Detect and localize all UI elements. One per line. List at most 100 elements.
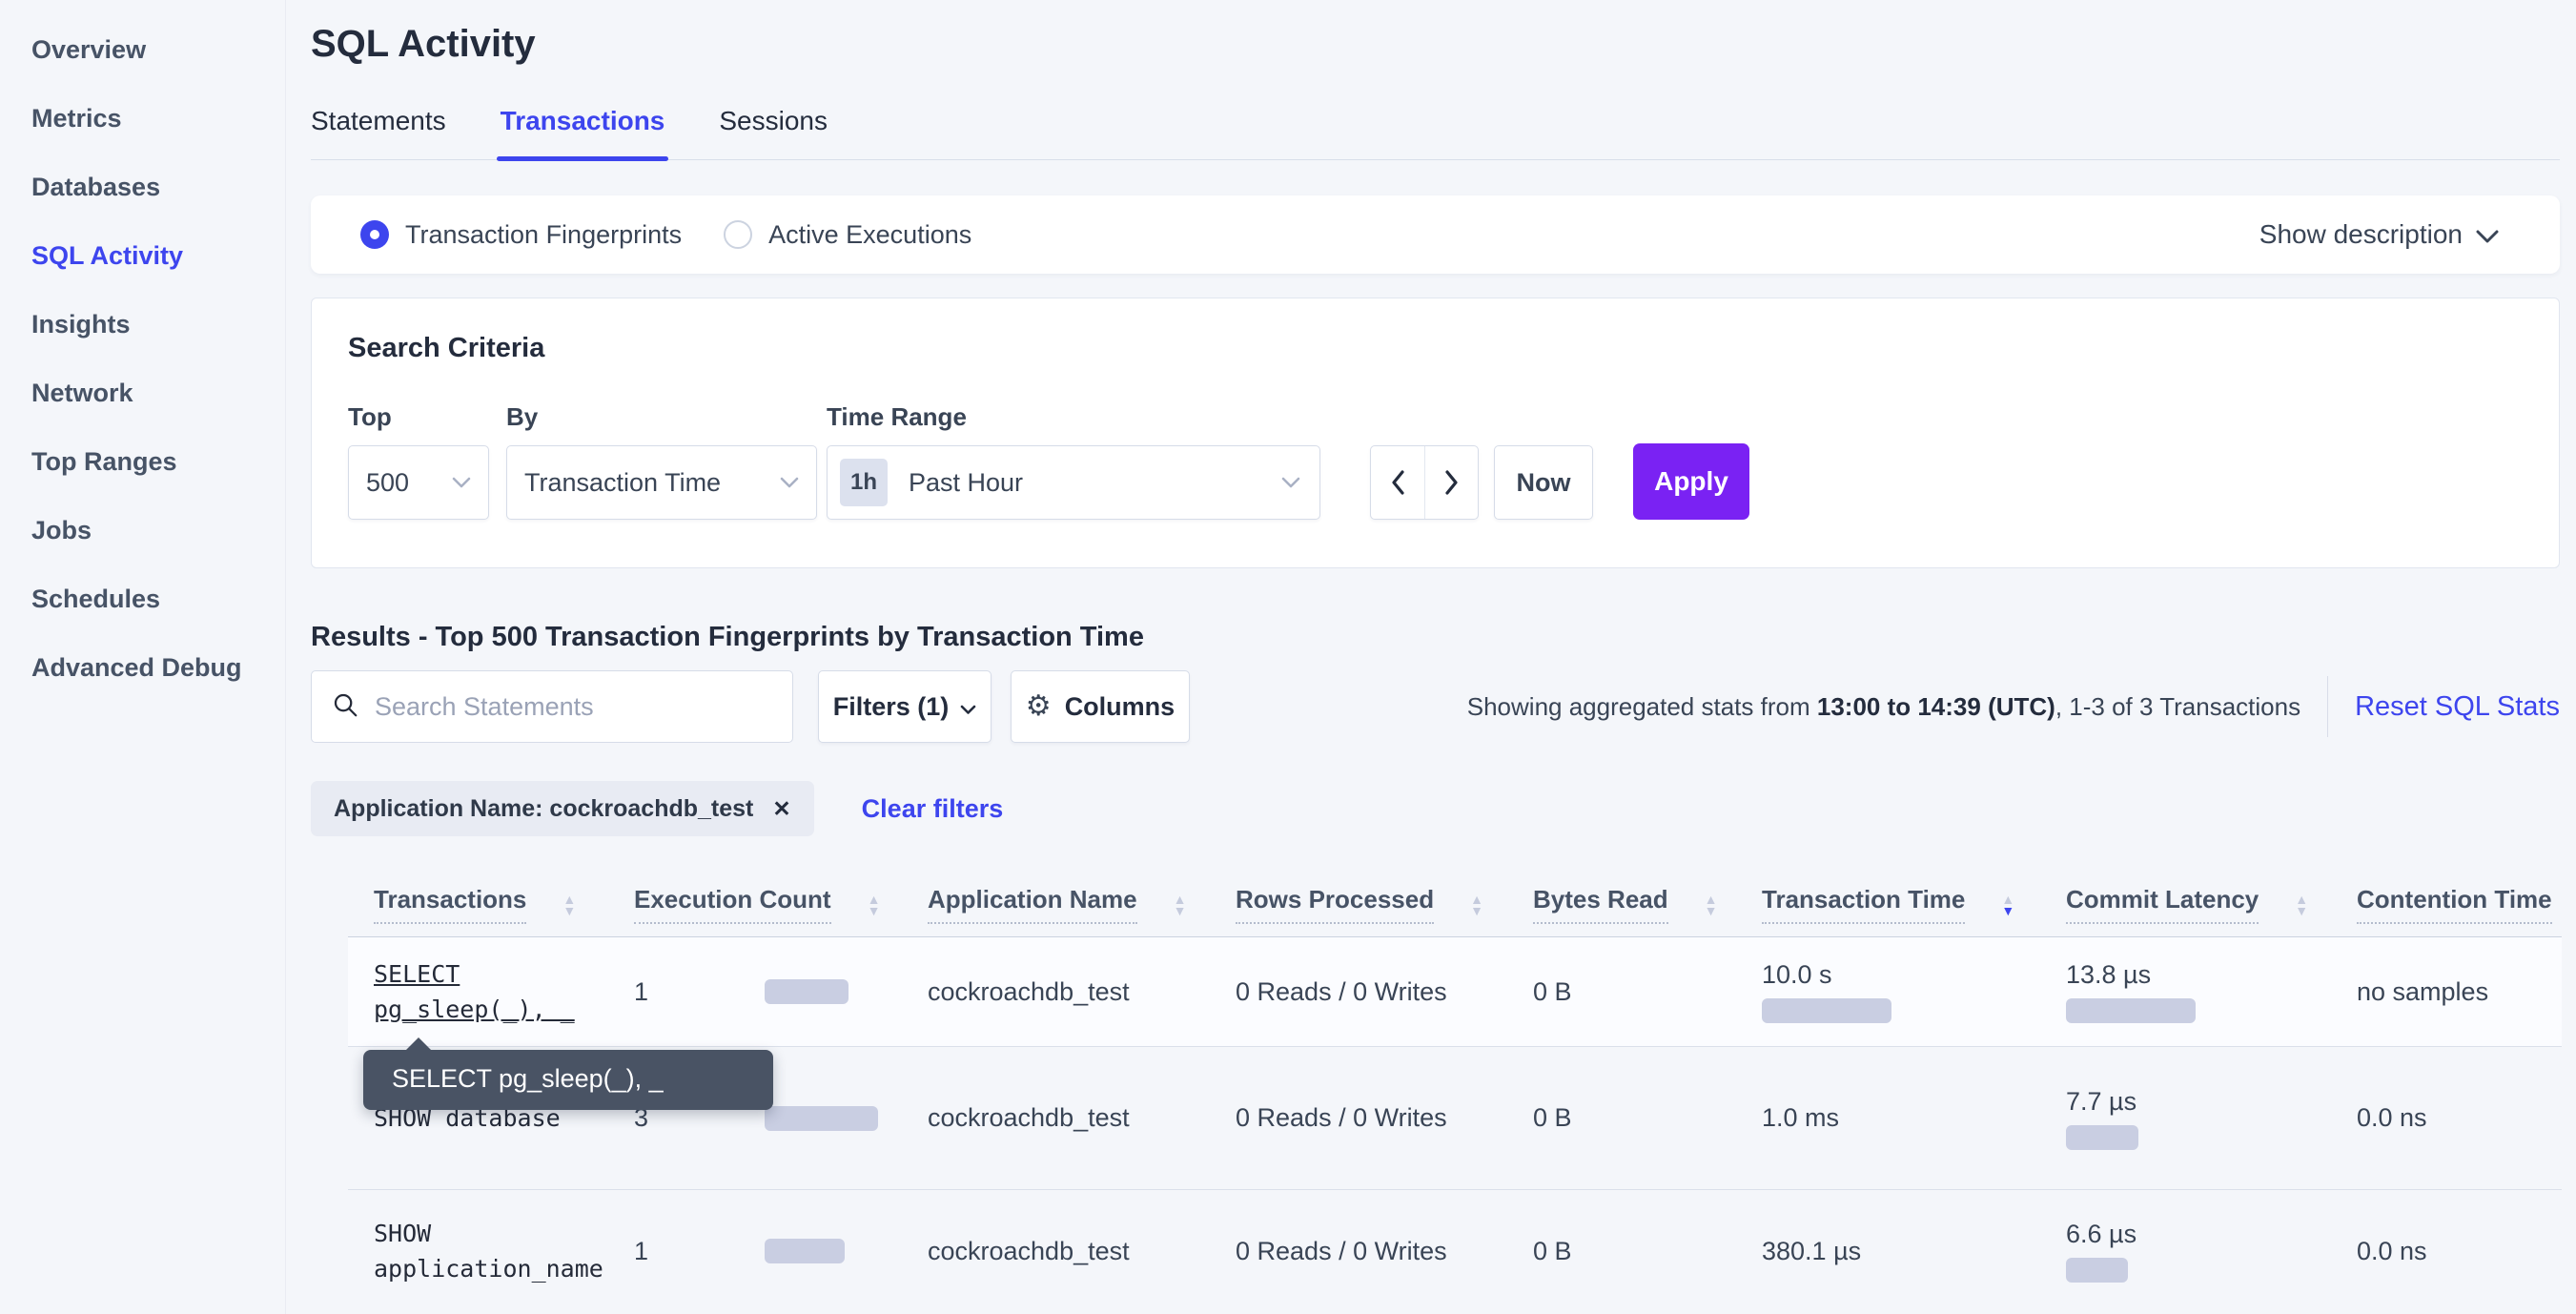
column-header-label[interactable]: Application Name bbox=[928, 885, 1137, 924]
column-header-label[interactable]: Contention Time bbox=[2357, 885, 2552, 924]
chevron-down-icon bbox=[452, 477, 471, 488]
by-label: By bbox=[506, 402, 827, 432]
transaction-fingerprint-link[interactable]: SHOW application_name bbox=[348, 1216, 608, 1287]
transaction-time-value: 380.1 µs bbox=[1762, 1237, 1861, 1266]
transaction-time-value: 10.0 s bbox=[1762, 960, 1832, 990]
execution-count-bar bbox=[765, 979, 848, 1004]
execution-count-bar bbox=[765, 1239, 845, 1263]
column-header-transactions: Transactions ▲▼ bbox=[348, 885, 608, 924]
search-criteria-panel: Search Criteria Top 500 By Transaction T… bbox=[311, 298, 2560, 568]
show-description-label: Show description bbox=[2259, 219, 2463, 250]
column-header-label[interactable]: Bytes Read bbox=[1533, 885, 1668, 924]
sort-toggle[interactable]: ▲▼ bbox=[2295, 893, 2308, 916]
by-select[interactable]: Transaction Time bbox=[506, 445, 817, 520]
rows-processed-cell: 0 Reads / 0 Writes bbox=[1210, 1103, 1507, 1133]
column-header-label[interactable]: Rows Processed bbox=[1236, 885, 1434, 924]
bytes-read-cell: 0 B bbox=[1507, 977, 1736, 1007]
transaction-time-cell: 10.0 s bbox=[1736, 960, 2040, 1023]
sidebar-item-insights[interactable]: Insights bbox=[31, 290, 285, 359]
sort-toggle[interactable]: ▲▼ bbox=[1470, 893, 1483, 916]
column-header-commit-latency: Commit Latency ▲▼ bbox=[2040, 885, 2331, 924]
filters-button-label: Filters (1) bbox=[833, 692, 950, 722]
commit-latency-bar bbox=[2066, 1258, 2128, 1283]
column-header-label[interactable]: Execution Count bbox=[634, 885, 831, 924]
fingerprint-line: SELECT bbox=[374, 956, 608, 993]
radio-active-executions[interactable]: Active Executions bbox=[724, 220, 971, 250]
tab-statements[interactable]: Statements bbox=[311, 106, 446, 159]
results-heading: Results - Top 500 Transaction Fingerprin… bbox=[311, 622, 2560, 653]
toolbar-right: Showing aggregated stats from 13:00 to 1… bbox=[1467, 676, 2560, 737]
fingerprint-line: SHOW bbox=[374, 1216, 608, 1252]
column-header-contention-time: Contention Time bbox=[2331, 885, 2562, 924]
radio-label: Active Executions bbox=[768, 220, 971, 250]
sidebar-item-advanced-debug[interactable]: Advanced Debug bbox=[31, 633, 285, 702]
column-header-label[interactable]: Transactions bbox=[374, 885, 526, 924]
now-button[interactable]: Now bbox=[1494, 445, 1593, 520]
sidebar-item-databases[interactable]: Databases bbox=[31, 153, 285, 221]
page-title: SQL Activity bbox=[311, 23, 2560, 66]
sidebar-item-network[interactable]: Network bbox=[31, 359, 285, 427]
by-field: By Transaction Time bbox=[506, 402, 827, 520]
tab-bar: Statements Transactions Sessions bbox=[311, 106, 2560, 160]
table-row: SELECT pg_sleep(_), _ 1 cockroachdb_test… bbox=[348, 937, 2562, 1046]
top-select-value: 500 bbox=[366, 468, 409, 498]
sort-toggle[interactable]: ▲▼ bbox=[1705, 893, 1718, 916]
radio-transaction-fingerprints[interactable]: Transaction Fingerprints bbox=[360, 220, 682, 250]
remove-filter-icon[interactable]: ✕ bbox=[772, 798, 790, 820]
transaction-fingerprint-link[interactable]: SELECT pg_sleep(_), _ bbox=[348, 956, 608, 1028]
filters-button[interactable]: Filters (1) bbox=[818, 670, 992, 743]
table-row: SHOW application_name 1 cockroachdb_test… bbox=[348, 1189, 2562, 1312]
transaction-time-value: 1.0 ms bbox=[1762, 1103, 1839, 1133]
radio-selected-icon bbox=[360, 220, 389, 249]
fingerprint-line: pg_sleep(_), _ bbox=[374, 992, 608, 1028]
tab-transactions[interactable]: Transactions bbox=[501, 106, 665, 159]
chevron-down-icon bbox=[2476, 219, 2499, 250]
sidebar-item-schedules[interactable]: Schedules bbox=[31, 565, 285, 633]
bytes-read-cell: 0 B bbox=[1507, 1237, 1736, 1266]
view-toggle-bar: Transaction Fingerprints Active Executio… bbox=[311, 195, 2560, 274]
next-range-button[interactable] bbox=[1424, 446, 1478, 519]
execution-count-value: 1 bbox=[634, 977, 765, 1007]
prev-range-button[interactable] bbox=[1371, 446, 1424, 519]
sort-toggle-active-desc[interactable]: ▲▼ bbox=[2001, 893, 2014, 916]
filter-chip-label: Application Name: cockroachdb_test bbox=[334, 795, 753, 823]
fingerprint-line: application_name bbox=[374, 1251, 608, 1287]
column-header-label[interactable]: Commit Latency bbox=[2066, 885, 2259, 924]
commit-latency-cell: 13.8 µs bbox=[2040, 960, 2331, 1023]
sidebar-item-metrics[interactable]: Metrics bbox=[31, 84, 285, 153]
search-statements-box bbox=[311, 670, 793, 743]
search-statements-input[interactable] bbox=[375, 692, 773, 722]
columns-button[interactable]: ⚙ Columns bbox=[1011, 670, 1190, 743]
radio-unselected-icon bbox=[724, 220, 752, 249]
by-select-value: Transaction Time bbox=[524, 468, 721, 498]
top-label: Top bbox=[348, 402, 506, 432]
chevron-down-icon bbox=[1281, 477, 1300, 488]
time-range-field: Time Range 1h Past Hour bbox=[827, 402, 1320, 520]
reset-sql-stats-link[interactable]: Reset SQL Stats bbox=[2355, 691, 2560, 723]
clear-filters-link[interactable]: Clear filters bbox=[862, 794, 1004, 824]
time-range-badge: 1h bbox=[840, 459, 888, 506]
sort-toggle[interactable]: ▲▼ bbox=[868, 893, 881, 916]
commit-latency-value: 13.8 µs bbox=[2066, 960, 2151, 990]
sidebar-item-sql-activity[interactable]: SQL Activity bbox=[31, 221, 285, 290]
sidebar-item-overview[interactable]: Overview bbox=[31, 15, 285, 84]
top-select[interactable]: 500 bbox=[348, 445, 489, 520]
contention-time-cell: 0.0 ns bbox=[2331, 1103, 2562, 1133]
apply-button[interactable]: Apply bbox=[1633, 443, 1749, 520]
transaction-time-bar bbox=[1762, 998, 1891, 1023]
sql-activity-page: Overview Metrics Databases SQL Activity … bbox=[0, 0, 2576, 1314]
contention-time-cell: no samples bbox=[2331, 977, 2562, 1007]
radio-label: Transaction Fingerprints bbox=[405, 220, 682, 250]
sidebar-item-top-ranges[interactable]: Top Ranges bbox=[31, 427, 285, 496]
tab-sessions[interactable]: Sessions bbox=[719, 106, 828, 159]
sidebar-item-jobs[interactable]: Jobs bbox=[31, 496, 285, 565]
sort-toggle[interactable]: ▲▼ bbox=[562, 893, 576, 916]
commit-latency-bar bbox=[2066, 998, 2196, 1023]
time-range-value: Past Hour bbox=[909, 468, 1023, 498]
gear-icon: ⚙ bbox=[1026, 692, 1052, 721]
show-description-toggle[interactable]: Show description bbox=[2259, 219, 2499, 250]
sort-toggle[interactable]: ▲▼ bbox=[1174, 893, 1187, 916]
column-header-label[interactable]: Transaction Time bbox=[1762, 885, 1965, 924]
results-toolbar: Filters (1) ⚙ Columns Showing aggregated… bbox=[311, 670, 2560, 743]
time-range-select[interactable]: 1h Past Hour bbox=[827, 445, 1320, 520]
